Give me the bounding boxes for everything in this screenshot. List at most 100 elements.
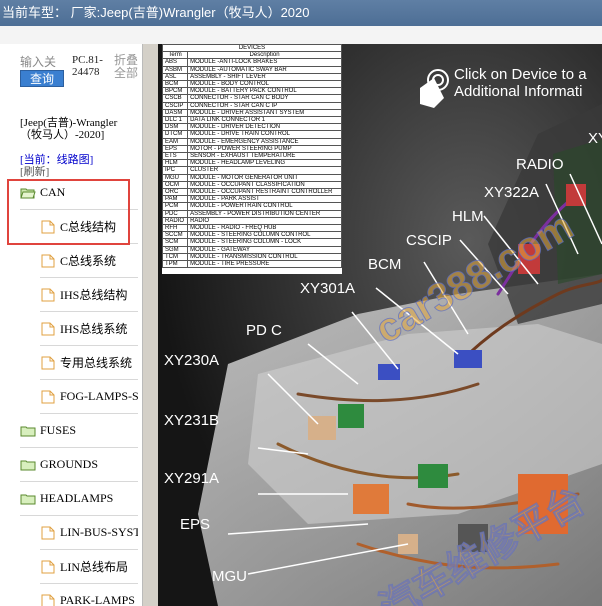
legend-title: DEVICES <box>162 44 342 53</box>
legend-description: MODULE - DRIVE TRAIN CONTROL <box>187 130 342 139</box>
legend-row: EPS MOTOR - POWER STEERING PUMP <box>161 144 342 154</box>
legend-term: ETS <box>161 152 189 161</box>
window-title: 当前车型： 厂家:Jeep(吉普)Wrangler（牧马人）2020 <box>2 5 310 20</box>
search-input[interactable]: 输入关 <box>20 54 66 70</box>
folder-open-icon <box>20 188 36 198</box>
collapse-all-link[interactable]: 折叠全部 <box>114 54 142 80</box>
legend-row: BCM MODULE - BODY CONTROL <box>161 80 342 89</box>
tree-item-label: CAN <box>40 185 66 199</box>
legend-description: MODULE - RADIO - FREQ HUB <box>187 224 342 233</box>
panel-scrollbar[interactable] <box>142 44 158 606</box>
legend-description: MODULE - STEERING COLUMN CONTROL <box>187 231 342 240</box>
legend-term: TCM <box>161 252 189 262</box>
callout-hlm[interactable]: HLM <box>452 208 484 225</box>
legend-description: MODULE - PARK ASSIST <box>187 195 342 204</box>
callout-cscip[interactable]: CSCIP <box>406 232 452 249</box>
legend-term: DASM <box>161 108 189 118</box>
callout-xy322a[interactable]: XY322A <box>484 184 539 201</box>
callout-bcm[interactable]: BCM <box>368 256 401 273</box>
legend-term: PDC <box>161 209 189 218</box>
click-instruction: Click on Device to a Additional Informat… <box>454 66 587 100</box>
left-tree-panel: 输入关 查询 PC.81-24478 折叠全部 [Jeep(吉普)-Wrangl… <box>0 44 142 606</box>
wiring-diagram[interactable]: DEVICES Term Description ABS MODULE -ANTI… <box>158 44 602 606</box>
legend-description: SENSOR - EXHAUST TEMPERATURE <box>187 152 342 161</box>
tree-page[interactable]: LIN-BUS-SYST <box>40 516 138 550</box>
legend-term: ORC <box>161 188 189 197</box>
legend-row: PAM MODULE - PARK ASSIST <box>161 195 342 204</box>
tree-item-label: IHS总线结构 <box>60 288 128 302</box>
legend-row: SGM MODULE - GATEWAY <box>161 245 342 254</box>
legend-term: CSCIP <box>161 101 189 110</box>
legend-description: MODULE - BODY CONTROL <box>187 80 342 89</box>
callout-xy230a[interactable]: XY230A <box>164 352 219 369</box>
callout-mgu[interactable]: MGU <box>212 568 247 585</box>
legend-term: PCM <box>161 202 189 211</box>
tree-page[interactable]: C总线结构 <box>40 210 138 244</box>
legend-description: CONNECTOR - STAR CAN C BODY <box>187 94 342 103</box>
legend-term: RFH <box>161 224 189 233</box>
page-icon <box>41 220 55 233</box>
legend-description: CLUSTER <box>187 166 342 175</box>
callout-radio[interactable]: RADIO <box>516 156 564 173</box>
legend-term: EPS <box>161 144 189 154</box>
tree-item-label: HEADLAMPS <box>40 491 114 505</box>
legend-term: ABS <box>161 58 189 67</box>
legend-description: MODULE - DRIVER DETECTION <box>187 123 342 132</box>
legend-row: DTCM MODULE - DRIVE TRAIN CONTROL <box>161 130 342 139</box>
tree-item-label: IHS总线系统 <box>60 322 128 336</box>
tree-folder[interactable]: GROUNDS <box>20 448 138 482</box>
tree-page[interactable]: FOG-LAMPS-S <box>40 380 138 414</box>
callout-eps[interactable]: EPS <box>180 516 210 533</box>
tree-folder[interactable]: HEADLAMPS <box>20 482 138 516</box>
legend-description: ASSEMBLY - SHIFT LEVER <box>187 72 342 82</box>
callout-pdc[interactable]: PD C <box>246 322 282 339</box>
legend-term: IPC <box>161 166 189 175</box>
legend-description: MODULE - EMERGENCY ASSISTANCE <box>187 137 342 146</box>
tree-page[interactable]: IHS总线系统 <box>40 312 138 346</box>
legend-row: PDC ASSEMBLY - POWER DISTRIBUTION CENTER <box>161 209 342 218</box>
tree-item-label: C总线结构 <box>60 220 117 234</box>
legend-term: OCM <box>161 180 189 190</box>
page-icon <box>41 288 55 301</box>
legend-term: CSCB <box>161 94 189 103</box>
legend-description: MODULE - HEADLAMP LEVELING <box>187 159 342 168</box>
tree-item-label: 专用总线系统 <box>60 356 133 370</box>
callout-xy301a[interactable]: XY301A <box>300 280 355 297</box>
legend-term: HLM <box>161 159 189 168</box>
tree-page[interactable]: PARK-LAMPS <box>40 584 138 606</box>
callout-xy231b[interactable]: XY231B <box>164 412 219 429</box>
legend-row: OCM MODULE - OCCUPANT CLASSIFICATION <box>161 180 342 190</box>
legend-description: MODULE - OCCUPANT CLASSIFICATION <box>187 180 342 190</box>
legend-row: MGU MODULE - MOTOR GENERATOR UNIT <box>161 173 342 182</box>
legend-header-description: Description <box>187 51 342 60</box>
window-title-bar: 当前车型： 厂家:Jeep(吉普)Wrangler（牧马人）2020 <box>0 0 602 26</box>
callout-xy291a[interactable]: XY291A <box>164 470 219 487</box>
page-icon <box>41 322 55 335</box>
tree-page[interactable]: 专用总线系统 <box>40 346 138 380</box>
legend-row: ABS MODULE -ANTI-LOCK BRAKES <box>161 58 342 67</box>
tree-item-label: LIN-BUS-SYST <box>60 525 138 539</box>
page-icon <box>41 390 55 403</box>
legend-row: RADIO RADIO <box>161 216 342 226</box>
legend-row: TPM MODULE - TIRE PRESSURE <box>161 260 342 269</box>
tree-page[interactable]: C总线系统 <box>40 244 138 278</box>
search-button[interactable]: 查询 <box>20 70 64 87</box>
legend-term: DSM <box>161 123 189 132</box>
legend-term: BPCM <box>161 87 189 96</box>
tree-page[interactable]: IHS总线结构 <box>40 278 138 312</box>
legend-description: MODULE - POWERTRAIN CONTROL <box>187 202 342 211</box>
legend-term: SCM <box>161 238 189 247</box>
tree-folder[interactable]: FUSES <box>20 414 138 448</box>
tree-folder[interactable]: CAN <box>20 176 138 210</box>
tree-page[interactable]: LIN总线布局 <box>40 550 138 584</box>
callout-xy-edge[interactable]: XY <box>588 130 602 147</box>
legend-description: MODULE - TIRE PRESSURE <box>187 260 342 269</box>
legend-row: CSCB CONNECTOR - STAR CAN C BODY <box>161 94 342 103</box>
page-icon <box>41 560 55 573</box>
folder-icon <box>20 460 36 470</box>
page-icon <box>41 356 55 369</box>
legend-description: ASSEMBLY - POWER DISTRIBUTION CENTER <box>187 209 342 218</box>
legend-term: ASBM <box>161 65 189 74</box>
legend-row: SCCM MODULE - STEERING COLUMN CONTROL <box>161 231 342 240</box>
legend-description: MODULE - MOTOR GENERATOR UNIT <box>187 173 342 182</box>
